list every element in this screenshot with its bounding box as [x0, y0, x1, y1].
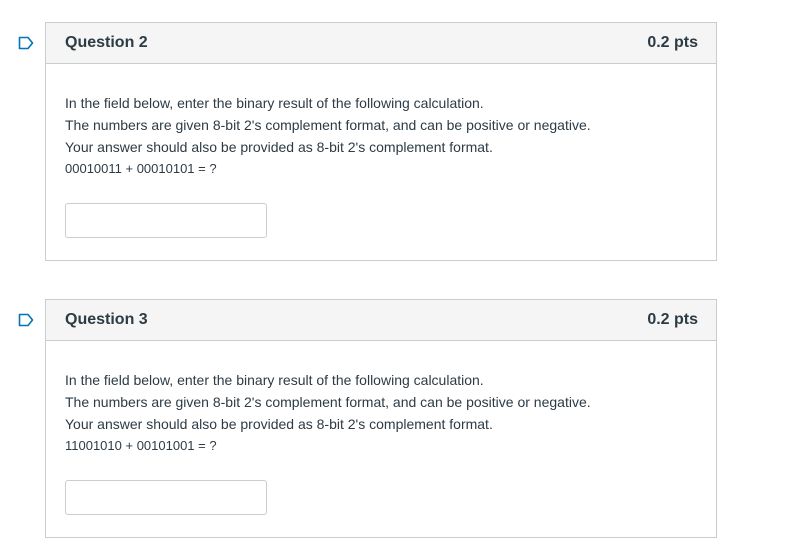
question-expression: 11001010 + 00101001 = ?	[65, 438, 217, 453]
answer-input[interactable]	[65, 480, 267, 515]
question-text-line: In the field below, enter the binary res…	[65, 95, 484, 111]
question-body: In the field below, enter the binary res…	[46, 64, 716, 238]
question-header: Question 2 0.2 pts	[46, 23, 716, 64]
question-text-line: The numbers are given 8-bit 2's compleme…	[65, 394, 591, 410]
question-text-line: In the field below, enter the binary res…	[65, 372, 484, 388]
flag-question-icon[interactable]	[18, 313, 34, 327]
question-3-card: Question 3 0.2 pts In the field below, e…	[18, 299, 717, 538]
flag-question-icon[interactable]	[18, 36, 34, 50]
question-points: 0.2 pts	[647, 34, 698, 51]
question-header: Question 3 0.2 pts	[46, 300, 716, 341]
answer-input[interactable]	[65, 203, 267, 238]
question-text-line: Your answer should also be provided as 8…	[65, 416, 493, 432]
question-2-card: Question 2 0.2 pts In the field below, e…	[18, 22, 717, 261]
question-expression: 00010011 + 00010101 = ?	[65, 161, 217, 176]
question-body: In the field below, enter the binary res…	[46, 341, 716, 515]
question-title: Question 2	[65, 34, 148, 51]
question-text-line: The numbers are given 8-bit 2's compleme…	[65, 117, 591, 133]
question-title: Question 3	[65, 311, 148, 328]
question-points: 0.2 pts	[647, 311, 698, 328]
question-text-line: Your answer should also be provided as 8…	[65, 139, 493, 155]
